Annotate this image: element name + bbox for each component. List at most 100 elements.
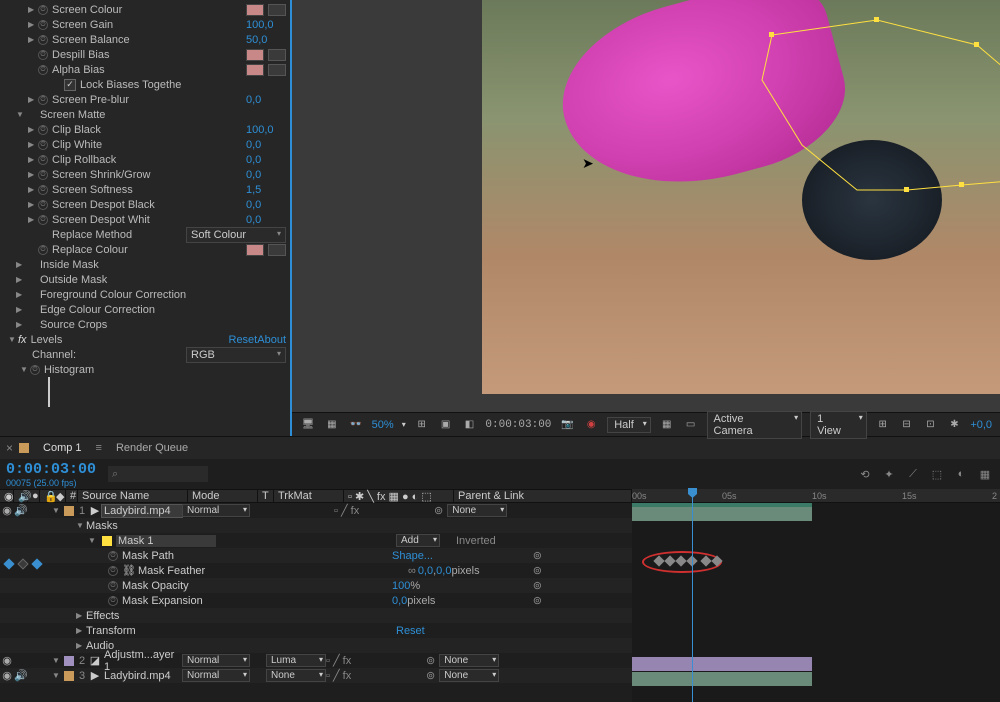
views-select[interactable]: 1 View [810, 411, 867, 439]
stopwatch-icon[interactable]: ⏱ [38, 95, 48, 105]
eyedropper-icon[interactable] [268, 244, 286, 256]
layer-color[interactable] [64, 656, 74, 666]
prop-value[interactable]: Shape... [392, 550, 433, 562]
col-t[interactable]: T [258, 490, 274, 502]
twirl-icon[interactable]: ▶ [28, 155, 38, 164]
stopwatch-icon[interactable]: ⏱ [38, 245, 48, 255]
stopwatch-icon[interactable]: ⏱ [38, 155, 48, 165]
next-keyframe-icon[interactable] [31, 558, 42, 569]
twirl-icon[interactable]: ▼ [52, 656, 62, 665]
stopwatch-icon[interactable]: ⏱ [38, 125, 48, 135]
roi-icon[interactable]: ▭ [683, 417, 699, 433]
checkbox[interactable]: ✓ [64, 79, 76, 91]
add-keyframe-icon[interactable] [17, 558, 28, 569]
layer-name[interactable]: Ladybird.mp4 [102, 505, 182, 517]
twirl-icon[interactable]: ▶ [16, 260, 26, 269]
channel-icon[interactable]: ◉ [583, 417, 599, 433]
close-tab-icon[interactable]: × [6, 441, 13, 455]
parent-select[interactable]: None [447, 504, 507, 517]
prop-value[interactable]: 0,0 [246, 139, 286, 151]
display-icon[interactable]: 🖥 [300, 417, 316, 433]
grid-icon[interactable]: ▦ [324, 417, 340, 433]
prop-value[interactable]: 50,0 [246, 34, 286, 46]
prop-value[interactable]: 100 [392, 580, 410, 592]
about-link[interactable]: About [257, 334, 286, 346]
col-source[interactable]: Source Name [78, 490, 188, 502]
mode-select[interactable]: Normal [182, 504, 250, 517]
twirl-icon[interactable]: ▶ [16, 275, 26, 284]
prop-value2[interactable]: 0,0 [436, 565, 451, 577]
pickwhip-icon[interactable]: ⊚ [426, 654, 435, 667]
time-ruler[interactable]: 00s05s10s15s2 [632, 489, 1000, 503]
twirl-icon[interactable]: ▶ [76, 641, 86, 650]
mode-select[interactable]: Normal [182, 669, 250, 682]
eyedropper-icon[interactable] [268, 49, 286, 61]
constrain-icon[interactable]: ∞ [408, 565, 416, 577]
col-solo[interactable]: ● [28, 490, 40, 502]
twirl-icon[interactable]: ▶ [28, 20, 38, 29]
pickwhip-icon[interactable]: ⊚ [426, 669, 435, 682]
prop-value[interactable]: 100,0 [246, 124, 286, 136]
layer-color[interactable] [64, 671, 74, 681]
stopwatch-icon[interactable]: ⏱ [30, 365, 40, 375]
twirl-icon[interactable]: ▼ [20, 365, 30, 374]
shy-icon[interactable]: ⟋ [904, 465, 922, 483]
goggles-icon[interactable]: 👓 [348, 417, 364, 433]
stopwatch-icon[interactable]: ⏱ [38, 170, 48, 180]
viewer-time[interactable]: 0:00:03:00 [485, 419, 551, 431]
res-icon[interactable]: ⊞ [414, 417, 430, 433]
twirl-icon[interactable]: ▶ [76, 626, 86, 635]
prop-value[interactable]: 1,5 [246, 184, 286, 196]
exposure-icon[interactable]: ✱ [946, 417, 962, 433]
quality-select[interactable]: Half [607, 417, 651, 433]
trkmat-select[interactable]: None [266, 669, 326, 682]
col-parent[interactable]: Parent & Link [454, 490, 632, 502]
composition-flow-icon[interactable]: ⟲ [856, 465, 874, 483]
layer-bar-3[interactable] [632, 672, 812, 686]
keyframes[interactable] [654, 557, 722, 565]
inverted-label[interactable]: Inverted [456, 535, 496, 547]
stopwatch-icon[interactable]: ⏱ [38, 185, 48, 195]
draft3d-icon[interactable]: ✦ [880, 465, 898, 483]
channel-select[interactable]: RGB [186, 347, 286, 363]
eye-icon[interactable]: ◉ [0, 504, 14, 517]
twirl-icon[interactable]: ▼ [76, 521, 86, 530]
prop-value[interactable]: 0,0 [246, 154, 286, 166]
timecode[interactable]: 0:00:03:00 [6, 461, 96, 478]
stopwatch-icon[interactable]: ⏱ [38, 200, 48, 210]
col-label[interactable]: ◆ [52, 490, 66, 502]
prop-value[interactable]: 0,0 [392, 595, 407, 607]
reset-link[interactable]: Reset [229, 334, 258, 346]
stopwatch-icon[interactable]: ⏱ [38, 20, 48, 30]
stopwatch-icon[interactable]: ⏱ [38, 140, 48, 150]
link-icon[interactable]: ⛓ [122, 564, 136, 577]
twirl-icon[interactable]: ▼ [52, 671, 62, 680]
twirl-icon[interactable]: ▼ [52, 506, 62, 515]
v1-icon[interactable]: ⊞ [875, 417, 891, 433]
eye-icon[interactable]: ◉ [0, 669, 14, 682]
twirl-icon[interactable]: ▶ [28, 95, 38, 104]
v3-icon[interactable]: ⊡ [923, 417, 939, 433]
color-swatch[interactable] [246, 49, 264, 61]
mode-select[interactable]: Normal [182, 654, 250, 667]
expression-pickwhip-icon[interactable]: ⊚ [533, 564, 542, 577]
timeline-graph[interactable]: 00s05s10s15s2 [632, 489, 1000, 702]
layer-color[interactable] [64, 506, 74, 516]
twirl-icon[interactable]: ▶ [28, 215, 38, 224]
exposure-value[interactable]: +0,0 [970, 419, 992, 431]
twirl-icon[interactable]: ▼ [88, 536, 98, 545]
motion-blur-icon[interactable]: ◐ [952, 465, 970, 483]
speaker-icon[interactable]: 🔊 [14, 504, 28, 517]
mask-mode-select[interactable]: Add [396, 534, 440, 547]
stopwatch-icon[interactable]: ⏱ [38, 5, 48, 15]
trkmat-select[interactable]: Luma [266, 654, 326, 667]
speaker-icon[interactable]: 🔊 [14, 669, 28, 682]
color-swatch[interactable] [246, 64, 264, 76]
twirl-icon[interactable]: ▶ [76, 611, 86, 620]
frame-blend-icon[interactable]: ⬚ [928, 465, 946, 483]
twirl-icon[interactable]: ▼ [8, 335, 18, 344]
prop-value[interactable]: 0,0 [246, 169, 286, 181]
expression-pickwhip-icon[interactable]: ⊚ [533, 549, 542, 562]
col-speaker[interactable]: 🔊 [14, 490, 28, 502]
select[interactable]: Soft Colour [186, 227, 286, 243]
